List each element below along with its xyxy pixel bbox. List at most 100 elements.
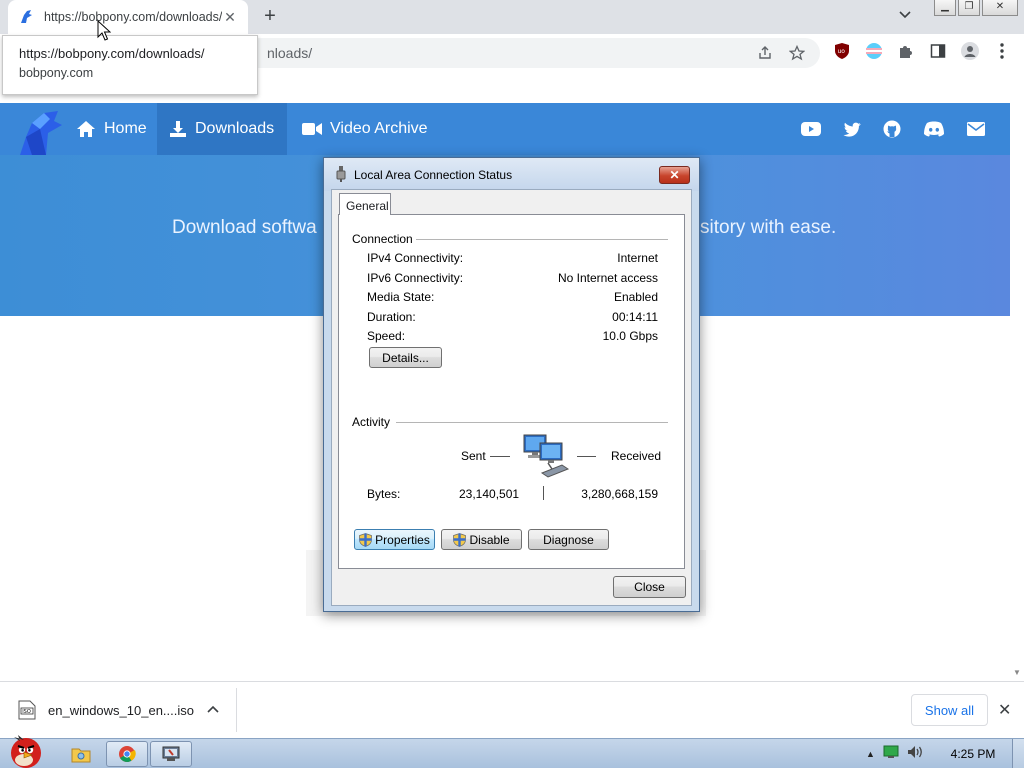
tab-title: https://bobpony.com/downloads/: [44, 10, 222, 24]
close-button-label: Close: [634, 580, 665, 594]
download-options-chevron-icon[interactable]: [204, 700, 222, 718]
discord-icon[interactable]: [923, 119, 945, 139]
system-tray: ▲: [866, 745, 925, 762]
ipv4-label: IPv4 Connectivity:: [367, 251, 464, 265]
properties-button-label: Properties: [375, 532, 430, 547]
hero-tagline-right: sitory with ease.: [700, 217, 837, 238]
bytes-sent-value: 23,140,501: [459, 487, 520, 501]
taskbar-explorer-icon[interactable]: [60, 741, 102, 767]
ipv4-value: Internet: [617, 251, 658, 265]
download-file-name: en_windows_10_en....iso: [48, 702, 194, 718]
diagnose-button[interactable]: Diagnose: [528, 529, 609, 550]
general-tab-panel: Connection IPv4 Connectivity: Internet I…: [338, 214, 685, 569]
details-button[interactable]: Details...: [369, 347, 442, 368]
ipv6-label: IPv6 Connectivity:: [367, 271, 464, 285]
svg-text:uo: uo: [838, 48, 846, 55]
bobpony-logo-icon[interactable]: [12, 107, 62, 157]
close-button[interactable]: Close: [613, 576, 686, 598]
downloads-bar: ISO en_windows_10_en....iso Show all ✕: [0, 681, 1024, 738]
downloads-separator: [236, 688, 237, 732]
nav-home-label: Home: [104, 120, 147, 137]
site-navbar: Home Downloads Video Archive: [0, 103, 1010, 155]
window-close-button[interactable]: ✕: [982, 0, 1018, 16]
bookmark-star-icon[interactable]: [788, 44, 806, 62]
video-icon: [302, 123, 322, 135]
extensions-puzzle-icon[interactable]: [897, 42, 915, 60]
hero-tagline-left: Download softwa: [172, 217, 317, 238]
extension-flag-icon[interactable]: [865, 42, 883, 60]
ipv6-value: No Internet access: [557, 271, 658, 285]
tab-hover-tooltip: https://bobpony.com/downloads/ bobpony.c…: [2, 35, 258, 95]
download-icon: [170, 121, 186, 137]
taskbar-network-app-icon[interactable]: [150, 741, 192, 767]
nav-downloads-label: Downloads: [195, 120, 275, 137]
bobpony-favicon-icon: [18, 9, 34, 25]
media-state-label: Media State:: [367, 290, 435, 304]
browser-menu-icon[interactable]: [993, 42, 1011, 60]
nav-video-archive-label: Video Archive: [330, 120, 428, 137]
received-label: Received: [611, 449, 662, 463]
scroll-down-arrow-icon[interactable]: ▼: [1013, 668, 1021, 677]
share-icon[interactable]: [756, 44, 774, 62]
mail-icon[interactable]: [966, 119, 986, 139]
window-controls: ▁ ❐ ✕: [934, 0, 1018, 16]
tray-network-icon[interactable]: [883, 745, 899, 762]
tab-search-chevron-icon[interactable]: [896, 8, 914, 26]
twitter-icon[interactable]: [842, 119, 862, 139]
show-desktop-button[interactable]: [1012, 739, 1024, 768]
start-button-angry-bird-icon[interactable]: [2, 731, 50, 768]
minimize-button[interactable]: ▁: [934, 0, 956, 16]
sent-label: Sent: [461, 449, 486, 463]
new-tab-button[interactable]: +: [260, 6, 280, 26]
profile-avatar-icon[interactable]: [961, 42, 979, 60]
nav-video-archive[interactable]: Video Archive: [290, 103, 440, 155]
tab-close-icon[interactable]: ✕: [222, 9, 238, 26]
home-icon: [77, 121, 95, 137]
duration-value: 00:14:11: [612, 310, 658, 324]
dialog-close-button[interactable]: ✕: [659, 166, 690, 184]
taskbar-chrome-icon[interactable]: [106, 741, 148, 767]
tab-general[interactable]: General: [339, 193, 391, 215]
iso-file-icon: ISO: [18, 700, 36, 720]
properties-button[interactable]: Properties: [354, 529, 435, 550]
tooltip-url: https://bobpony.com/downloads/: [19, 46, 205, 61]
disable-button[interactable]: Disable: [441, 529, 522, 550]
side-panel-icon[interactable]: [929, 42, 947, 60]
duration-label: Duration:: [367, 310, 416, 324]
tooltip-domain: bobpony.com: [19, 66, 94, 80]
restore-button[interactable]: ❐: [958, 0, 980, 16]
bytes-received-value: 3,280,668,159: [581, 487, 658, 501]
received-line: [577, 456, 596, 457]
browser-tab[interactable]: https://bobpony.com/downloads/ ✕: [8, 0, 248, 34]
diagnose-button-label: Diagnose: [543, 532, 594, 547]
bytes-divider: [543, 486, 544, 500]
page-scrollbar[interactable]: [1010, 72, 1024, 680]
tray-overflow-arrow-icon[interactable]: ▲: [866, 749, 875, 759]
dialog-title: Local Area Connection Status: [354, 168, 513, 182]
connection-group-label: Connection: [352, 232, 413, 246]
nav-home[interactable]: Home: [64, 103, 159, 155]
connection-status-dialog: Local Area Connection Status ✕ General C…: [323, 157, 700, 612]
activity-divider: [396, 422, 668, 423]
nav-downloads[interactable]: Downloads: [157, 103, 287, 155]
ublock-origin-icon[interactable]: uo: [833, 42, 851, 60]
tab-strip: https://bobpony.com/downloads/ ✕ + ▁ ❐ ✕: [0, 0, 1024, 34]
taskbar-clock[interactable]: 4:25 PM: [938, 747, 1008, 761]
network-adapter-icon: [336, 166, 346, 182]
youtube-icon[interactable]: [801, 119, 821, 139]
tray-volume-icon[interactable]: [907, 745, 925, 762]
uac-shield-icon: [453, 532, 467, 547]
downloads-bar-close-icon[interactable]: ✕: [998, 700, 1011, 720]
disable-button-label: Disable: [469, 532, 510, 547]
github-icon[interactable]: [882, 119, 902, 139]
windows-taskbar: ▲ 4:25 PM: [0, 735, 1024, 768]
details-button-label: Details...: [382, 350, 429, 365]
speed-value: 10.0 Gbps: [602, 329, 658, 343]
bytes-label: Bytes:: [367, 487, 401, 501]
show-all-button[interactable]: Show all: [911, 694, 988, 726]
uac-shield-icon: [359, 532, 372, 547]
speed-label: Speed:: [367, 329, 406, 343]
dialog-titlebar[interactable]: Local Area Connection Status ✕: [324, 158, 699, 191]
download-item[interactable]: ISO en_windows_10_en....iso: [18, 700, 194, 720]
activity-group-label: Activity: [352, 415, 391, 429]
